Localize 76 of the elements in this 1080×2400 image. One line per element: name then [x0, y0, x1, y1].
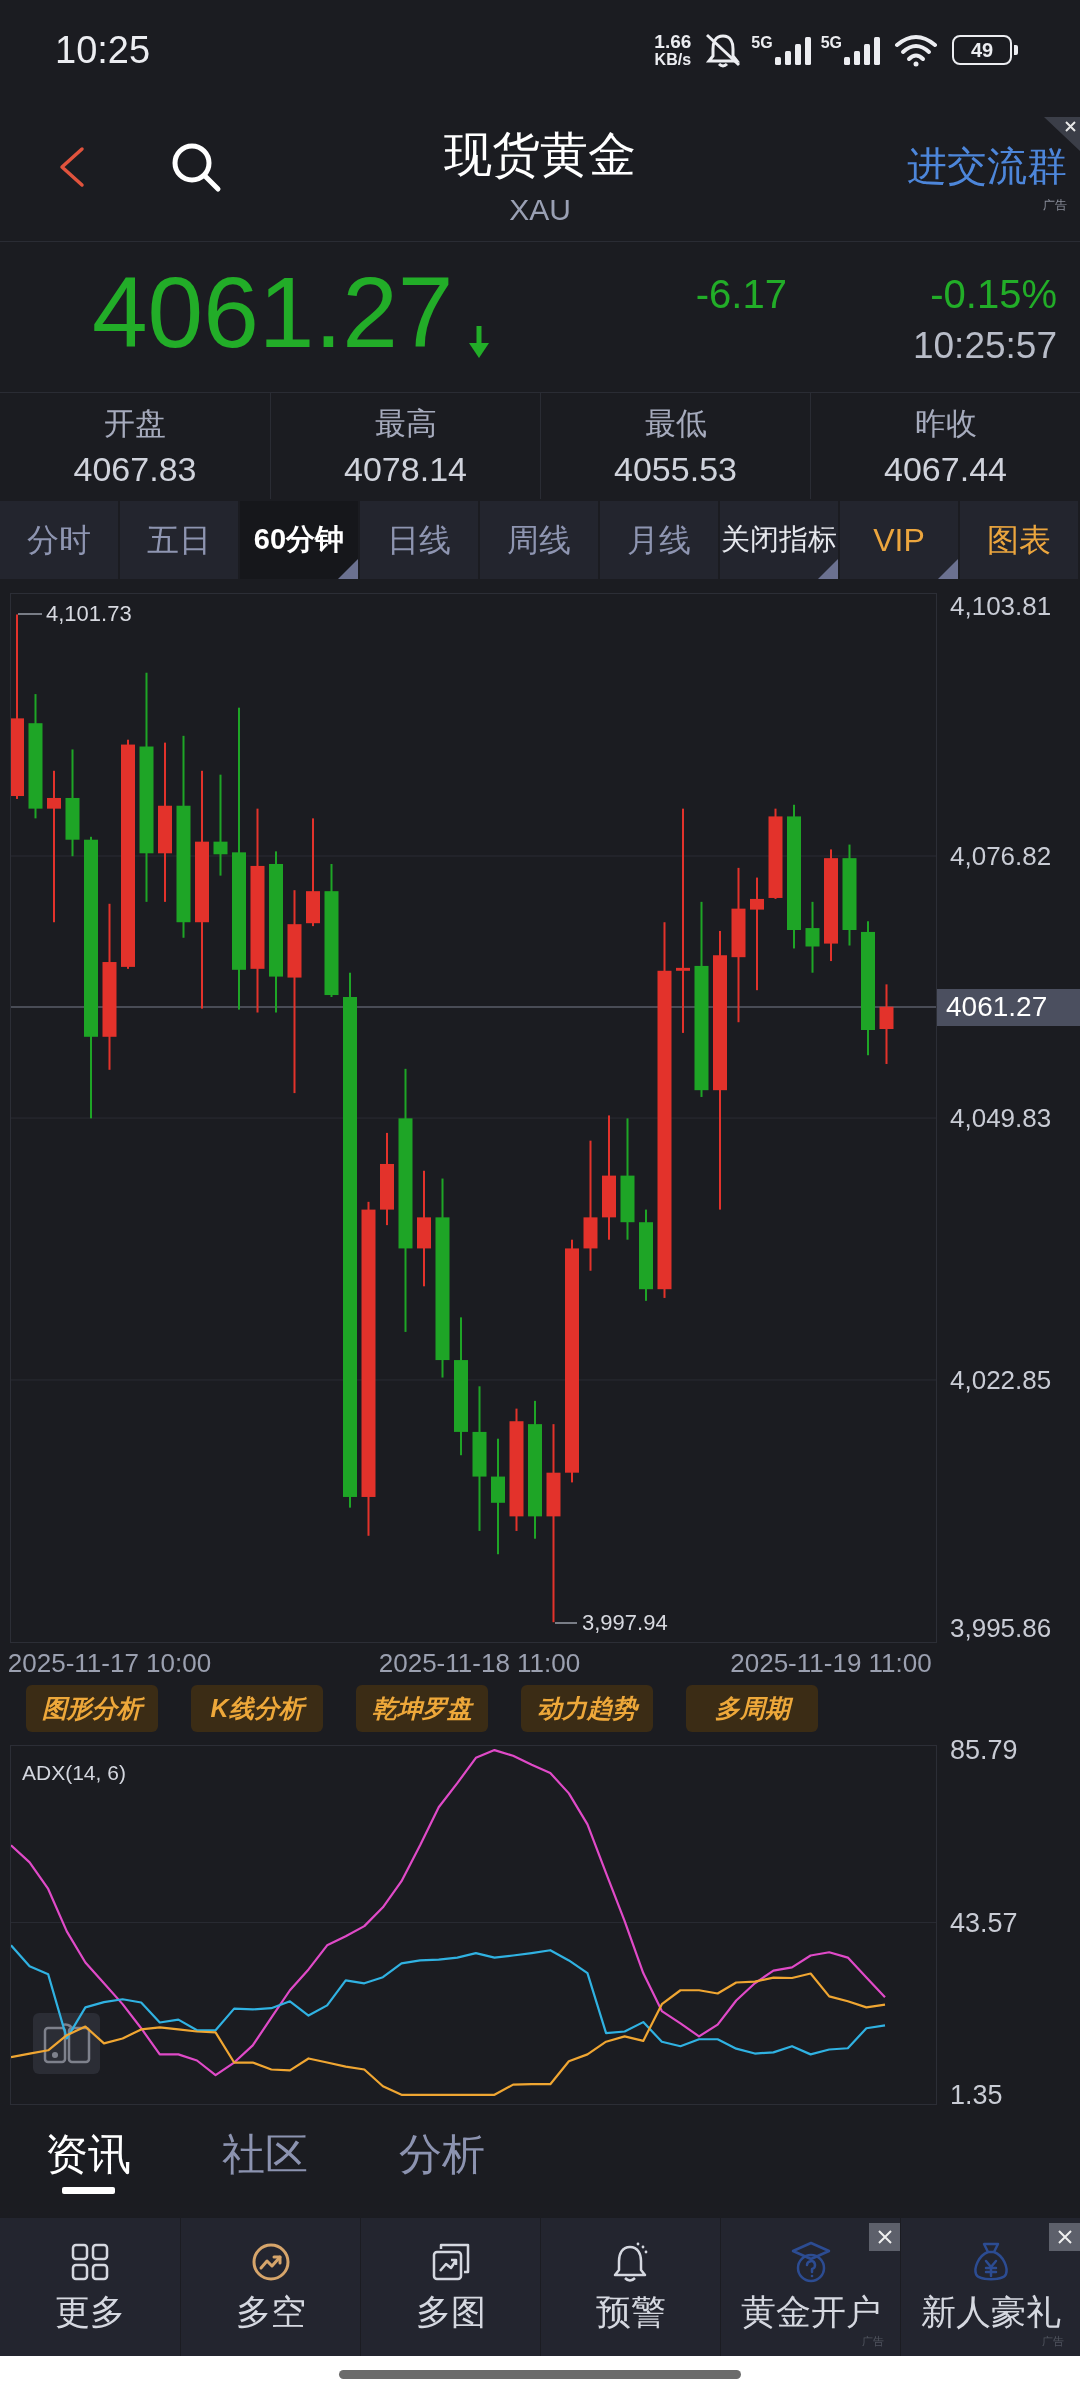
section-tab[interactable]: 资讯 — [45, 2105, 131, 2218]
analysis-tool-button[interactable]: 图形分析 — [26, 1685, 158, 1732]
speed-unit: KB/s — [654, 50, 692, 69]
status-time: 10:25 — [55, 31, 151, 69]
page-title: 现货黄金 — [444, 127, 636, 183]
axis-label: 4,049.83 — [950, 1103, 1052, 1134]
graduation-cap-icon — [789, 2241, 832, 2283]
axis-label: 4,103.81 — [950, 591, 1052, 621]
percent-change: -0.15% — [930, 274, 1057, 314]
back-chevron-icon — [58, 145, 86, 188]
low-price-label: 3,997.94 — [582, 1610, 668, 1636]
chart-title: ADX(14, 6) — [22, 1760, 126, 1786]
period-tab[interactable]: 五日 — [120, 501, 240, 579]
stat-value: 4067.44 — [884, 451, 1007, 487]
last-price-tag: 4061.27 — [937, 989, 1080, 1026]
analysis-tool-button[interactable]: 动力趋势 — [521, 1685, 653, 1732]
nav-item[interactable]: 多空 — [181, 2218, 360, 2356]
leader-line — [17, 613, 43, 615]
period-tab[interactable]: 月线 — [600, 501, 720, 579]
grid-icon — [71, 2243, 109, 2281]
axis-label: 2025-11-18 11:00 — [378, 1648, 581, 1678]
network-type: 5G — [820, 35, 842, 51]
period-tab[interactable]: 周线 — [480, 501, 600, 579]
wifi-icon — [894, 33, 938, 67]
stat-label: 开盘 — [104, 406, 166, 442]
axis-label: 4,022.85 — [950, 1364, 1052, 1395]
ad-label: 广告 — [1043, 198, 1067, 212]
axis-label: 4,076.82 — [950, 841, 1052, 871]
candlestick — [805, 901, 820, 973]
high-price-label: 4,101.73 — [46, 601, 132, 627]
period-tab[interactable]: 分时 — [0, 501, 120, 579]
analysis-tool-button[interactable]: 多周期 — [686, 1685, 818, 1732]
quote-time: 10:25:57 — [912, 326, 1057, 366]
signal-icon — [772, 35, 813, 65]
section-tab[interactable]: 社区 — [222, 2105, 308, 2218]
axis-label: 85.79 — [950, 1735, 1018, 1766]
close-button[interactable] — [869, 2223, 900, 2251]
period-tab[interactable]: VIP — [840, 501, 960, 579]
rotate-icon — [41, 2021, 92, 2066]
analysis-tool-button[interactable]: 乾坤罗盘 — [356, 1685, 488, 1732]
nav-item[interactable]: 多图 — [361, 2218, 540, 2356]
rotate-screen-button[interactable] — [33, 2013, 100, 2074]
close-icon — [1056, 2229, 1073, 2245]
battery-indicator: 49 — [952, 35, 1018, 65]
leader-line — [554, 1622, 578, 1624]
section-tab[interactable]: 分析 — [399, 2105, 485, 2218]
price-change: -6.17 — [695, 274, 787, 314]
axis-label: 2025-11-19 11:00 — [730, 1648, 932, 1678]
stat-value: 4067.83 — [73, 451, 197, 487]
stat-value: 4055.53 — [614, 451, 737, 487]
nav-item[interactable]: 预警 — [541, 2218, 720, 2356]
close-icon — [876, 2229, 893, 2245]
period-tab[interactable]: 关闭指标 — [720, 501, 840, 579]
network-type: 5G — [751, 35, 773, 51]
symbol-code: XAU — [509, 193, 571, 227]
join-group-link[interactable]: 进交流群 — [907, 142, 1067, 190]
current-price: 4061.27 — [92, 262, 454, 362]
stat-label: 昨收 — [914, 406, 977, 442]
stat-label: 最低 — [644, 406, 707, 442]
axis-label: 1.35 — [950, 2080, 1003, 2110]
stat-label: 最高 — [374, 406, 437, 442]
trend-circle-icon — [250, 2242, 291, 2282]
stat-value: 4078.14 — [344, 451, 467, 487]
network-speed: 1.66 — [654, 31, 692, 51]
axis-label: 43.57 — [950, 1907, 1018, 1938]
signal-icon — [842, 35, 882, 65]
period-tab[interactable]: 日线 — [360, 501, 480, 579]
period-tab[interactable]: 60分钟 — [240, 501, 360, 579]
period-tab[interactable]: 图表 — [960, 501, 1080, 579]
analysis-tool-button[interactable]: K线分析 — [191, 1685, 323, 1732]
stacked-chart-icon — [431, 2243, 470, 2281]
axis-label: 3,995.86 — [950, 1613, 1052, 1643]
close-button[interactable] — [1049, 2223, 1080, 2251]
nav-item[interactable]: 更多 — [0, 2218, 180, 2356]
axis-label: 2025-11-17 10:00 — [7, 1648, 212, 1678]
bell-icon — [611, 2241, 650, 2283]
